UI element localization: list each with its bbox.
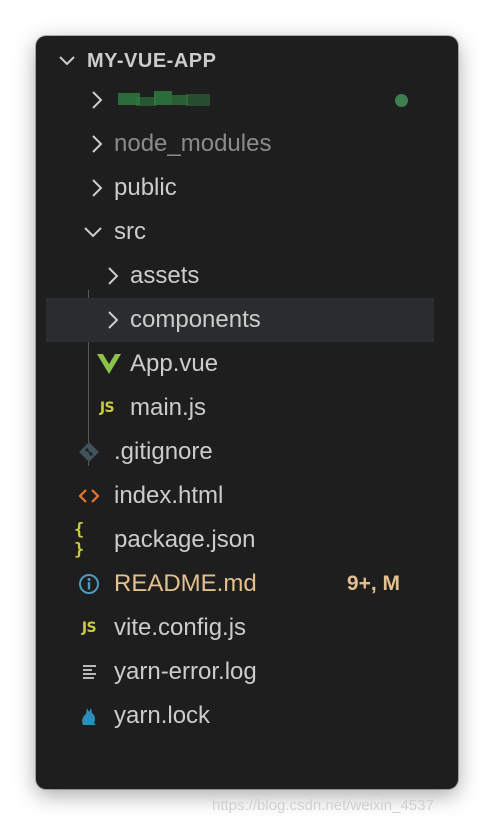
tree-item-label: README.md	[114, 570, 257, 597]
html-icon	[78, 489, 100, 503]
tree-item-main-js[interactable]: JS main.js	[46, 386, 434, 430]
chevron-down-icon	[59, 56, 75, 66]
tree-item-label: components	[130, 306, 261, 333]
tree-item-label: main.js	[130, 394, 207, 421]
js-icon: JS	[81, 620, 97, 636]
tree-item-label: package.json	[114, 526, 256, 553]
explorer-panel: MY-VUE-APP node_modules public src asset…	[36, 36, 458, 789]
tree-item-yarn-error-log[interactable]: yarn-error.log	[46, 650, 434, 694]
tree-item-index-html[interactable]: index.html	[46, 474, 434, 518]
project-title: MY-VUE-APP	[87, 50, 217, 72]
chevron-right-icon	[92, 91, 103, 109]
chevron-right-icon	[108, 311, 119, 329]
git-status-badge: 9+, M	[346, 572, 400, 595]
tree-item-label: node_modules	[114, 130, 272, 157]
tree-item-src[interactable]: src	[46, 210, 434, 254]
log-icon	[83, 665, 96, 679]
explorer-section-header[interactable]: MY-VUE-APP	[36, 40, 458, 80]
tree-item-assets[interactable]: assets	[46, 254, 434, 298]
chevron-right-icon	[92, 135, 103, 153]
js-icon: JS	[99, 400, 115, 416]
json-icon: { }	[74, 520, 86, 560]
tree-item-label: yarn-error.log	[114, 658, 257, 685]
tree-item-label: .gitignore	[114, 438, 213, 465]
tree-item-node-modules[interactable]: node_modules	[46, 122, 434, 166]
tree-item-label: vite.config.js	[114, 614, 247, 641]
tree-item-package-json[interactable]: { } package.json	[46, 518, 434, 562]
tree-item-readme[interactable]: README.md 9+, M	[46, 562, 434, 606]
tree-item-label: assets	[130, 262, 200, 289]
tree-item-label: public	[114, 174, 177, 201]
watermark: https://blog.csdn.net/weixin_4537	[212, 797, 434, 814]
tree-item-label: src	[114, 218, 146, 245]
git-icon	[79, 442, 99, 462]
chevron-right-icon	[92, 179, 103, 197]
tree-item-label: index.html	[114, 482, 224, 509]
tree-item-public[interactable]: public	[46, 166, 434, 210]
info-icon	[79, 574, 99, 594]
tree-item-label: yarn.lock	[114, 702, 211, 729]
chevron-right-icon	[108, 267, 119, 285]
tree-item-components[interactable]: components	[46, 298, 434, 342]
chevron-down-icon	[84, 227, 102, 238]
tree-item-gitignore[interactable]: .gitignore	[46, 430, 434, 474]
tree-item-vite-config[interactable]: JS vite.config.js	[46, 606, 434, 650]
tree-item-label: App.vue	[130, 350, 219, 377]
tree-item-app-vue[interactable]: App.vue	[46, 342, 434, 386]
tree-item-yarn-lock[interactable]: yarn.lock	[46, 694, 434, 738]
redacted-folder-name	[118, 91, 210, 107]
tree-item-folder-redacted[interactable]	[46, 78, 434, 122]
git-status-dot	[395, 94, 408, 107]
yarn-icon	[82, 708, 96, 725]
vue-icon	[97, 354, 121, 374]
